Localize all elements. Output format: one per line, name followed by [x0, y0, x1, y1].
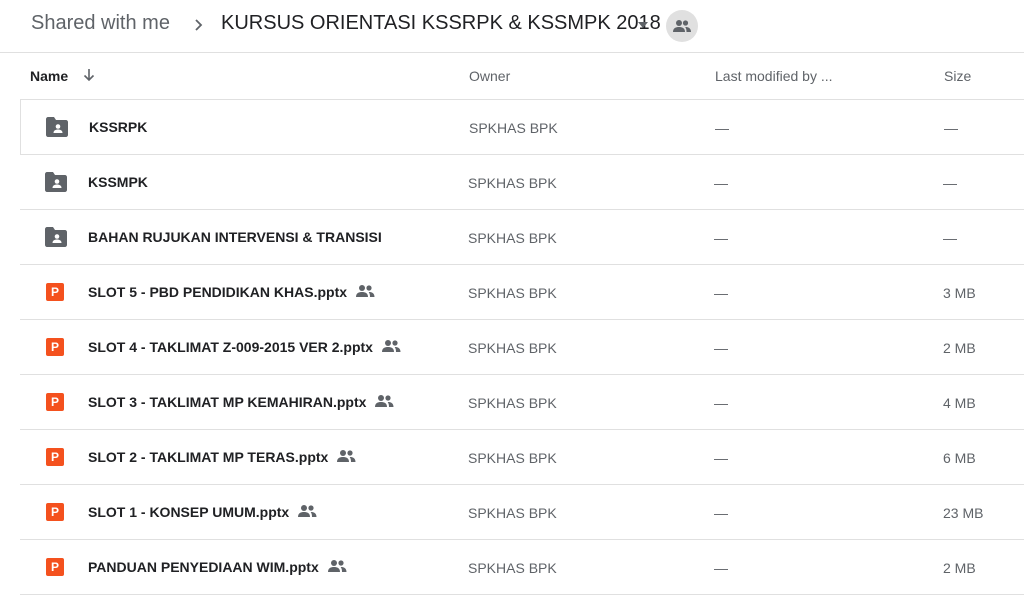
file-owner: SPKHAS BPK: [468, 230, 557, 246]
shared-people-icon: [337, 450, 356, 462]
file-last-modified: —: [714, 505, 728, 521]
powerpoint-icon: P: [46, 283, 64, 301]
file-owner: SPKHAS BPK: [468, 560, 557, 576]
file-owner: SPKHAS BPK: [469, 120, 558, 136]
file-size: 6 MB: [943, 450, 976, 466]
file-size: —: [944, 120, 958, 136]
file-name-text: SLOT 2 - TAKLIMAT MP TERAS.pptx: [88, 449, 329, 465]
column-header-last-modified[interactable]: Last modified by ...: [715, 68, 833, 84]
file-size: 4 MB: [943, 395, 976, 411]
file-name: SLOT 3 - TAKLIMAT MP KEMAHIRAN.pptx: [88, 394, 394, 410]
file-name-text: SLOT 4 - TAKLIMAT Z-009-2015 VER 2.pptx: [88, 339, 373, 355]
file-name: SLOT 2 - TAKLIMAT MP TERAS.pptx: [88, 449, 356, 465]
shared-folder-icon: [45, 227, 67, 247]
file-name: BAHAN RUJUKAN INTERVENSI & TRANSISI: [88, 229, 382, 245]
file-name-text: SLOT 3 - TAKLIMAT MP KEMAHIRAN.pptx: [88, 394, 367, 410]
powerpoint-icon: P: [46, 503, 64, 521]
file-name-text: KSSMPK: [88, 174, 148, 190]
file-size: 2 MB: [943, 560, 976, 576]
file-row[interactable]: KSSRPK SPKHAS BPK — —: [20, 100, 1024, 155]
column-header-size[interactable]: Size: [944, 68, 971, 84]
file-last-modified: —: [715, 120, 729, 136]
column-header-name[interactable]: Name: [30, 68, 68, 84]
file-row[interactable]: P PANDUAN PENYEDIAAN WIM.pptx SPKHAS BPK — 2…: [20, 540, 1024, 595]
breadcrumb-current-folder[interactable]: KURSUS ORIENTASI KSSRPK & KSSMPK 2018: [221, 12, 661, 35]
shared-people-icon: [298, 505, 317, 517]
shared-people-icon: [375, 395, 394, 407]
file-name: SLOT 1 - KONSEP UMUM.pptx: [88, 504, 317, 520]
breadcrumb-shared-with-me[interactable]: Shared with me: [31, 12, 170, 35]
file-row[interactable]: KSSMPK SPKHAS BPK — —: [20, 155, 1024, 210]
file-row[interactable]: BAHAN RUJUKAN INTERVENSI & TRANSISI SPKHA…: [20, 210, 1024, 265]
file-name: KSSMPK: [88, 174, 148, 190]
file-owner: SPKHAS BPK: [468, 340, 557, 356]
file-owner: SPKHAS BPK: [468, 175, 557, 191]
people-icon: [673, 20, 691, 32]
file-last-modified: —: [714, 340, 728, 356]
file-list: KSSRPK SPKHAS BPK — — KSSMPK SPKHAS BPK — — BAHA…: [20, 100, 1024, 595]
file-owner: SPKHAS BPK: [468, 505, 557, 521]
table-header: Name Owner Last modified by ... Size: [20, 53, 1024, 100]
file-name-text: SLOT 5 - PBD PENDIDIKAN KHAS.pptx: [88, 284, 348, 300]
shared-people-icon: [356, 285, 375, 297]
file-row[interactable]: P SLOT 1 - KONSEP UMUM.pptx SPKHAS BPK — 23 …: [20, 485, 1024, 540]
caret-down-icon[interactable]: [636, 18, 650, 32]
file-size: 3 MB: [943, 285, 976, 301]
shared-people-button[interactable]: [666, 10, 698, 42]
file-row[interactable]: P SLOT 4 - TAKLIMAT Z-009-2015 VER 2.pptx…: [20, 320, 1024, 375]
file-row[interactable]: P SLOT 3 - TAKLIMAT MP KEMAHIRAN.pptx SPKH…: [20, 375, 1024, 430]
file-last-modified: —: [714, 230, 728, 246]
shared-folder-icon: [46, 117, 68, 137]
powerpoint-icon: P: [46, 448, 64, 466]
shared-people-icon: [381, 340, 401, 352]
file-row[interactable]: P SLOT 5 - PBD PENDIDIKAN KHAS.pptx SPKHAS…: [20, 265, 1024, 320]
file-name: SLOT 5 - PBD PENDIDIKAN KHAS.pptx: [88, 284, 375, 300]
file-last-modified: —: [714, 560, 728, 576]
file-name: SLOT 4 - TAKLIMAT Z-009-2015 VER 2.pptx: [88, 339, 401, 355]
file-row[interactable]: P SLOT 2 - TAKLIMAT MP TERAS.pptx SPKHAS B…: [20, 430, 1024, 485]
powerpoint-icon: P: [46, 338, 64, 356]
file-name: KSSRPK: [89, 119, 147, 135]
file-name-text: PANDUAN PENYEDIAAN WIM.pptx: [88, 559, 319, 575]
file-owner: SPKHAS BPK: [468, 285, 557, 301]
file-last-modified: —: [714, 395, 728, 411]
file-size: —: [943, 230, 957, 246]
file-owner: SPKHAS BPK: [468, 395, 557, 411]
file-size: 23 MB: [943, 505, 984, 521]
shared-folder-icon: [45, 172, 67, 192]
file-name-text: KSSRPK: [89, 119, 148, 135]
file-name: PANDUAN PENYEDIAAN WIM.pptx: [88, 559, 347, 575]
file-name-text: BAHAN RUJUKAN INTERVENSI & TRANSISI: [88, 229, 382, 245]
file-last-modified: —: [714, 175, 728, 191]
column-header-owner[interactable]: Owner: [469, 68, 510, 84]
shared-people-icon: [327, 560, 347, 572]
powerpoint-icon: P: [46, 558, 64, 576]
chevron-right-icon: [195, 19, 203, 31]
file-owner: SPKHAS BPK: [468, 450, 557, 466]
breadcrumb: Shared with me KURSUS ORIENTASI KSSRPK &…: [0, 0, 1024, 52]
file-size: —: [943, 175, 957, 191]
file-last-modified: —: [714, 285, 728, 301]
powerpoint-icon: P: [46, 393, 64, 411]
file-name-text: SLOT 1 - KONSEP UMUM.pptx: [88, 504, 290, 520]
file-size: 2 MB: [943, 340, 976, 356]
arrow-down-icon[interactable]: [80, 66, 98, 84]
file-last-modified: —: [714, 450, 728, 466]
